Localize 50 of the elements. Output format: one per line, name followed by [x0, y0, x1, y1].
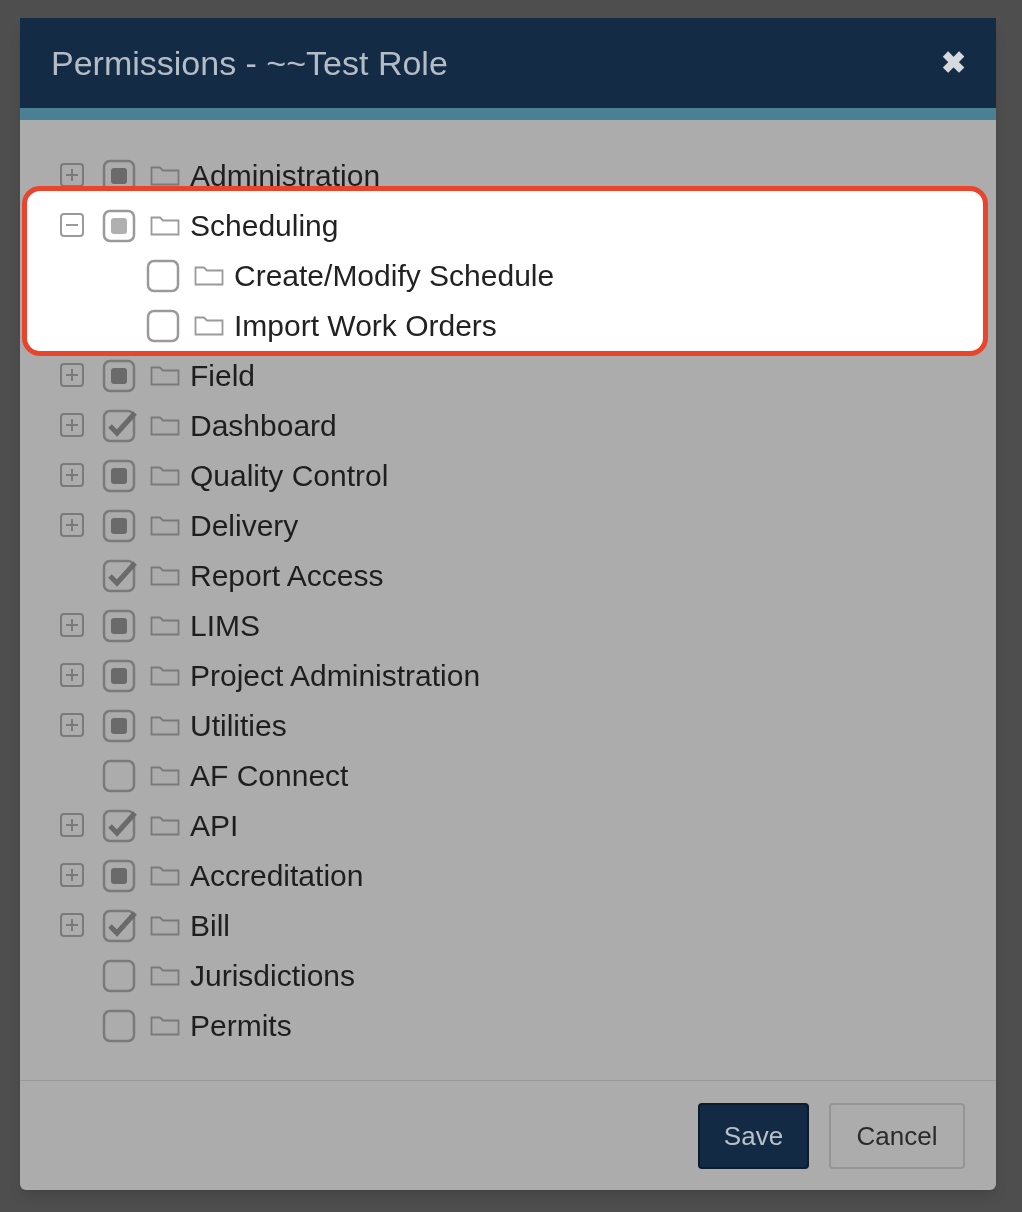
checkbox[interactable]	[102, 1007, 138, 1043]
tree-item-label[interactable]: Project Administration	[190, 652, 481, 698]
tree-item-label[interactable]: Permits	[190, 1002, 292, 1048]
tree-item-label[interactable]: AF Connect	[190, 752, 349, 798]
checkbox[interactable]	[146, 257, 182, 293]
minus-box-icon[interactable]	[60, 213, 84, 237]
tree-item-label[interactable]: Create/Modify Schedule	[234, 252, 555, 298]
checkbox[interactable]	[102, 807, 138, 843]
tree-item-label[interactable]: Bill	[190, 902, 230, 948]
tree-item-label[interactable]: LIMS	[190, 602, 261, 648]
tree-item-label[interactable]: Delivery	[190, 502, 299, 548]
plus-box-icon[interactable]	[60, 513, 84, 537]
dialog-title: Permissions - ~~Test Role	[51, 42, 448, 84]
tree-item-label[interactable]: Quality Control	[190, 452, 389, 498]
checkbox[interactable]	[146, 307, 182, 343]
dialog-button[interactable]: Save	[698, 1103, 809, 1169]
tree-item-label[interactable]: Field	[190, 352, 256, 398]
tree-item-label[interactable]: API	[190, 802, 239, 848]
checkbox[interactable]	[102, 757, 138, 793]
plus-box-icon[interactable]	[60, 913, 84, 937]
plus-box-icon[interactable]	[60, 463, 84, 487]
plus-box-icon[interactable]	[60, 613, 84, 637]
checkbox[interactable]	[102, 957, 138, 993]
plus-box-icon[interactable]	[60, 413, 84, 437]
checkbox[interactable]	[102, 407, 138, 443]
checkbox[interactable]	[102, 357, 138, 393]
tree-item-label[interactable]: Report Access	[190, 552, 384, 598]
tree-item-label[interactable]: Jurisdictions	[190, 952, 356, 998]
checkbox[interactable]	[102, 607, 138, 643]
checkbox[interactable]	[102, 657, 138, 693]
checkbox[interactable]	[102, 507, 138, 543]
dialog-button[interactable]: Cancel	[829, 1103, 965, 1169]
plus-box-icon[interactable]	[60, 663, 84, 687]
plus-box-icon[interactable]	[60, 163, 84, 187]
checkbox[interactable]	[102, 907, 138, 943]
plus-box-icon[interactable]	[60, 813, 84, 837]
tree-item-label[interactable]: Scheduling	[190, 202, 339, 248]
tree-item-label[interactable]: Import Work Orders	[234, 302, 497, 348]
plus-box-icon[interactable]	[60, 713, 84, 737]
checkbox[interactable]	[102, 207, 138, 243]
plus-box-icon[interactable]	[60, 363, 84, 387]
tree-item-label[interactable]: Dashboard	[190, 402, 337, 448]
checkbox[interactable]	[102, 857, 138, 893]
checkbox[interactable]	[102, 557, 138, 593]
close-button[interactable]: ✖	[941, 48, 966, 78]
tree-item-label[interactable]: Accreditation	[190, 852, 364, 898]
tree-item-label[interactable]: Utilities	[190, 702, 287, 748]
plus-box-icon[interactable]	[60, 863, 84, 887]
checkbox[interactable]	[102, 457, 138, 493]
checkbox[interactable]	[102, 707, 138, 743]
